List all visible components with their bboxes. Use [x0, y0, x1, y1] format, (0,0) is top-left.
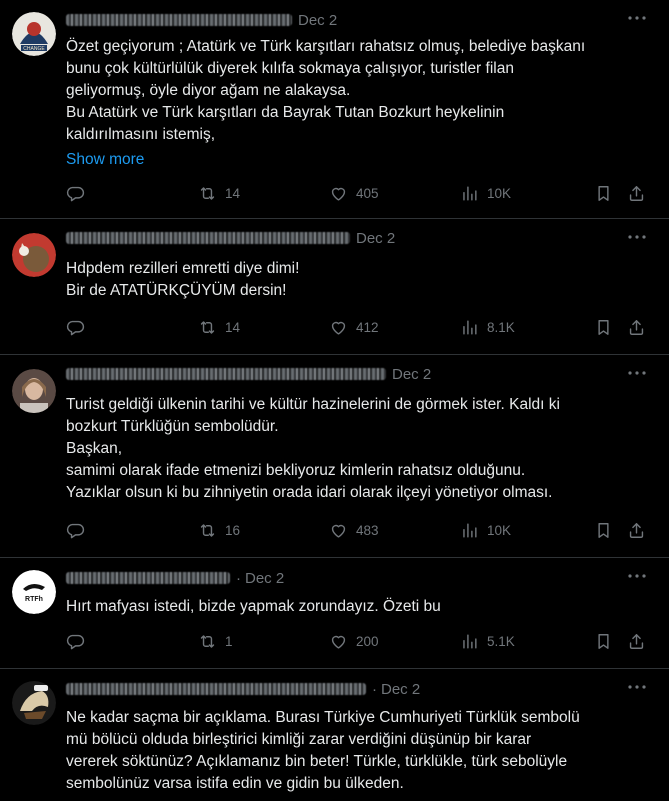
retweet-button[interactable]: 14 — [198, 318, 240, 337]
views-button[interactable]: 10K — [460, 521, 511, 540]
share-button[interactable] — [627, 632, 646, 651]
reply-button[interactable] — [66, 632, 85, 651]
views-icon — [460, 184, 479, 203]
reply-button[interactable] — [66, 318, 85, 337]
author-name[interactable] — [66, 232, 350, 244]
tweet-text: Hırt mafyası istedi, bizde yapmak zorund… — [66, 598, 441, 615]
author-name[interactable] — [66, 14, 292, 26]
more-icon[interactable] — [627, 229, 651, 245]
avatar-caption: RTFh — [25, 596, 43, 603]
views-button[interactable]: 8.1K — [460, 318, 515, 337]
tweet[interactable]: RTFh · Dec 2 Hırt mafyası istedi, bizde … — [0, 558, 669, 669]
show-more-link[interactable]: Show more — [66, 149, 144, 171]
retweet-icon — [198, 318, 217, 337]
like-button[interactable]: 200 — [329, 632, 379, 651]
views-icon — [460, 632, 479, 651]
reply-button[interactable] — [66, 184, 85, 203]
view-count: 10K — [487, 186, 512, 201]
tweet-date[interactable]: Dec 2 — [356, 230, 395, 247]
author-name[interactable] — [66, 368, 386, 380]
like-icon — [329, 632, 348, 651]
like-icon — [329, 521, 348, 540]
avatar[interactable] — [12, 369, 56, 413]
reply-feed: CHANGE Dec 2 Özet geçiyorum ; Atatürk ve… — [0, 0, 669, 801]
more-icon[interactable] — [627, 10, 651, 26]
retweet-button[interactable]: 16 — [198, 521, 240, 540]
tweet-text: Özet geçiyorum ; Atatürk ve Türk karşıtl… — [66, 38, 586, 143]
avatar[interactable]: CHANGE — [12, 12, 56, 56]
reply-icon — [66, 184, 85, 203]
like-count: 405 — [356, 186, 379, 201]
more-icon[interactable] — [627, 365, 651, 381]
views-icon — [460, 521, 479, 540]
share-icon — [627, 521, 646, 540]
reply-icon — [66, 318, 85, 337]
tweet-text: Ne kadar saçma bir açıklama. Burası Türk… — [66, 709, 580, 792]
tweet-date[interactable]: Dec 2 — [245, 570, 284, 587]
retweet-icon — [198, 632, 217, 651]
like-count: 483 — [356, 523, 379, 538]
share-button[interactable] — [627, 318, 646, 337]
tweet[interactable]: · Dec 2 Ne kadar saçma bir açıklama. Bur… — [0, 669, 669, 801]
retweet-icon — [198, 184, 217, 203]
bookmark-button[interactable] — [594, 632, 613, 651]
more-icon[interactable] — [627, 568, 651, 584]
retweet-button[interactable]: 1 — [198, 632, 233, 651]
retweet-count: 14 — [225, 186, 241, 201]
tweet[interactable]: Dec 2 Hdpdem rezilleri emretti diye dimi… — [0, 219, 669, 355]
reply-icon — [66, 632, 85, 651]
like-icon — [329, 184, 348, 203]
retweet-count: 14 — [225, 320, 241, 335]
bookmark-icon — [594, 521, 613, 540]
bookmark-icon — [594, 318, 613, 337]
bookmark-icon — [594, 632, 613, 651]
share-icon — [627, 318, 646, 337]
like-icon — [329, 318, 348, 337]
tweet-text: Hdpdem rezilleri emretti diye dimi! Bir … — [66, 260, 300, 299]
like-count: 412 — [356, 320, 379, 335]
tweet-date[interactable]: Dec 2 — [381, 681, 420, 698]
avatar[interactable]: RTFh — [12, 570, 56, 614]
like-button[interactable]: 405 — [329, 184, 379, 203]
reply-icon — [66, 521, 85, 540]
bookmark-button[interactable] — [594, 318, 613, 337]
share-icon — [627, 184, 646, 203]
tweet-date[interactable]: Dec 2 — [298, 12, 337, 29]
reply-button[interactable] — [66, 521, 85, 540]
bookmark-icon — [594, 184, 613, 203]
share-icon — [627, 632, 646, 651]
avatar[interactable] — [12, 233, 56, 277]
more-icon[interactable] — [627, 679, 651, 695]
share-button[interactable] — [627, 521, 646, 540]
tweet[interactable]: CHANGE Dec 2 Özet geçiyorum ; Atatürk ve… — [0, 0, 669, 219]
avatar-caption: CHANGE — [23, 46, 45, 52]
view-count: 10K — [487, 523, 512, 538]
bookmark-button[interactable] — [594, 184, 613, 203]
views-button[interactable]: 10K — [460, 184, 511, 203]
views-icon — [460, 318, 479, 337]
like-button[interactable]: 412 — [329, 318, 379, 337]
retweet-icon — [198, 521, 217, 540]
avatar[interactable] — [12, 681, 56, 725]
tweet-text: Turist geldiği ülkenin tarihi ve kültür … — [66, 396, 560, 501]
retweet-count: 16 — [225, 523, 241, 538]
retweet-button[interactable]: 14 — [198, 184, 240, 203]
retweet-count: 1 — [225, 634, 233, 649]
view-count: 8.1K — [487, 320, 515, 335]
bookmark-button[interactable] — [594, 521, 613, 540]
author-name[interactable] — [66, 683, 366, 695]
share-button[interactable] — [627, 184, 646, 203]
author-name[interactable] — [66, 572, 230, 584]
view-count: 5.1K — [487, 634, 515, 649]
tweet[interactable]: Dec 2 Turist geldiği ülkenin tarihi ve k… — [0, 355, 669, 558]
views-button[interactable]: 5.1K — [460, 632, 515, 651]
like-button[interactable]: 483 — [329, 521, 379, 540]
tweet-date[interactable]: Dec 2 — [392, 366, 431, 383]
like-count: 200 — [356, 634, 379, 649]
